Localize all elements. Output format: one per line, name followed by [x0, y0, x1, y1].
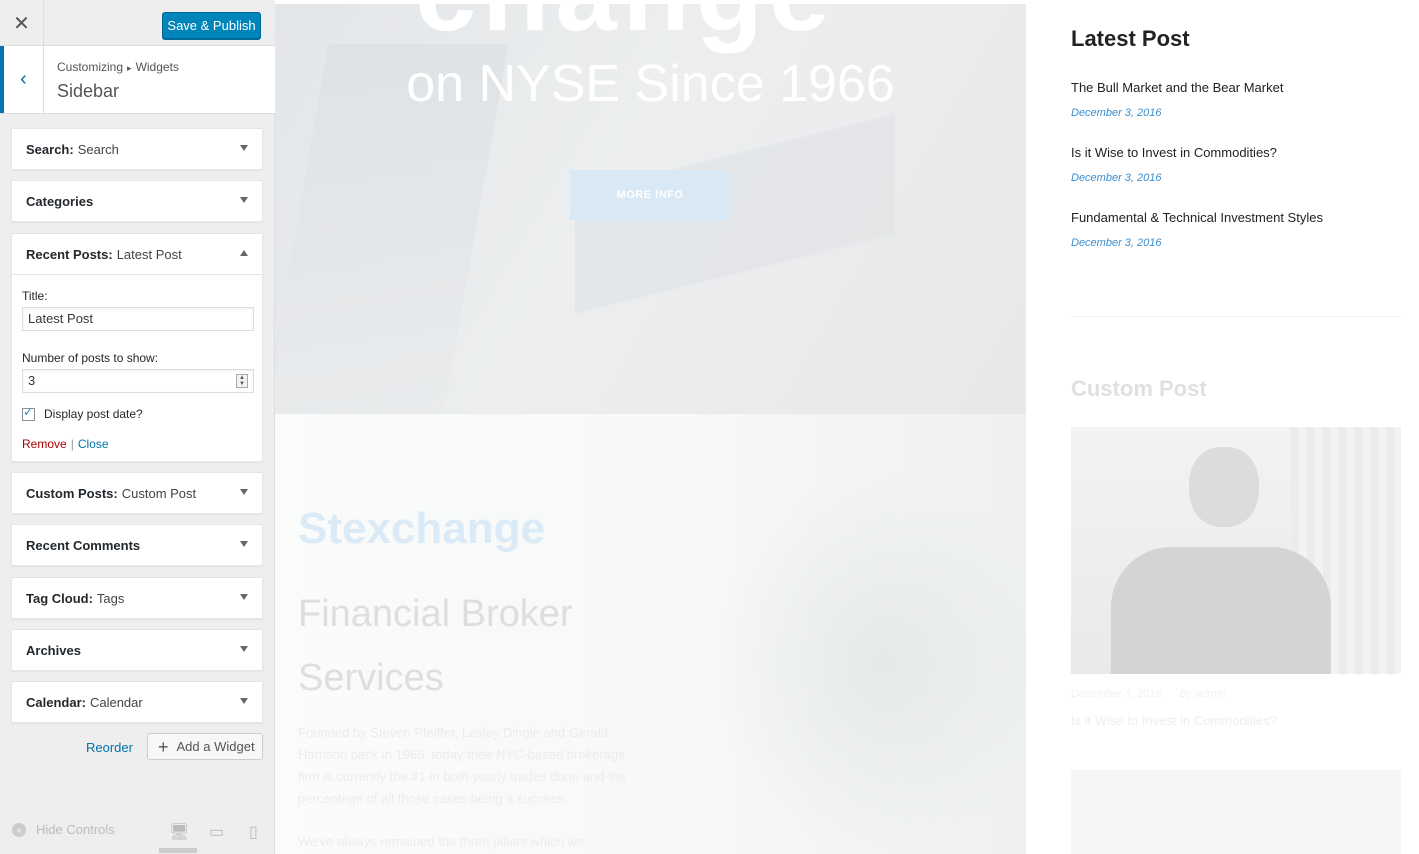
- about-paragraph: Founded by Steven Pfeiffer, Lesley Dingl…: [298, 725, 627, 806]
- post-title-link[interactable]: Is it Wise to Invest in Commodities?: [1071, 145, 1277, 160]
- widget-form: Title: Latest Post Number of posts to sh…: [12, 274, 262, 461]
- number-posts-input[interactable]: 3: [22, 369, 254, 393]
- expand-arrow-icon[interactable]: [240, 698, 248, 704]
- customizer-header: ✕ Save & Publish: [0, 0, 275, 46]
- custom-post-title: Custom Post: [1071, 376, 1207, 401]
- about-section: Stexchange Financial Broker Services Foun…: [275, 414, 1026, 854]
- section-header: ‹ Customizing ▸ Widgets Sidebar: [0, 46, 275, 114]
- plus-icon: +: [158, 736, 169, 757]
- post-date: December 3, 2016: [1071, 172, 1162, 184]
- expand-arrow-icon[interactable]: [240, 197, 248, 203]
- widget-name: Archives: [26, 642, 81, 658]
- about-heading-line-1: Financial Broker: [298, 593, 573, 635]
- back-icon[interactable]: ‹: [0, 46, 44, 113]
- expand-arrow-icon[interactable]: [240, 489, 248, 495]
- close-link[interactable]: Close: [78, 437, 109, 451]
- expand-arrow-icon[interactable]: [240, 541, 248, 547]
- about-heading-line-2: Services: [298, 657, 444, 699]
- breadcrumb-parent: Customizing: [57, 60, 124, 74]
- display-date-label: Display post date?: [44, 407, 143, 421]
- brand-heading: Stexchange: [298, 504, 545, 553]
- collapse-arrow-icon[interactable]: [240, 250, 248, 256]
- custom-post-meta: December 3, 2016 By admin: [1071, 688, 1243, 700]
- customizer-footer: « Hide Controls 🖥 ▭ ▯: [0, 810, 275, 854]
- breadcrumb: Customizing ▸ Widgets: [57, 60, 179, 74]
- image-person-body-shape: [1111, 547, 1331, 674]
- site-preview: change on NYSE Since 1966 MORE INFO Stex…: [275, 0, 1419, 854]
- custom-post-author: By admin: [1179, 688, 1226, 700]
- expand-arrow-icon[interactable]: [240, 646, 248, 652]
- latest-post-item[interactable]: Fundamental & Technical Investment Style…: [1071, 210, 1323, 249]
- widget-search[interactable]: Search: Search: [11, 128, 263, 170]
- latest-post-item[interactable]: Is it Wise to Invest in Commodities? Dec…: [1071, 145, 1277, 184]
- widget-name: Custom Posts:: [26, 485, 118, 501]
- widget-subtitle: Custom Post: [121, 485, 197, 501]
- remove-link[interactable]: Remove: [22, 437, 67, 451]
- widget-name: Recent Comments: [26, 537, 141, 553]
- sidebar-divider: [1071, 316, 1401, 317]
- about-heading: Financial Broker Services: [298, 582, 618, 710]
- expand-arrow-icon[interactable]: [240, 594, 248, 600]
- post-date: December 3, 2016: [1071, 107, 1162, 119]
- widget-custom-posts[interactable]: Custom Posts: Custom Post: [11, 472, 263, 514]
- expand-arrow-icon[interactable]: [240, 145, 248, 151]
- latest-post-title: Latest Post: [1071, 26, 1190, 51]
- breadcrumb-arrow-icon: ▸: [127, 63, 132, 73]
- active-device-indicator: [159, 848, 197, 853]
- number-stepper-icon[interactable]: ▲ ▼: [236, 374, 248, 388]
- add-widget-button[interactable]: + Add a Widget: [147, 733, 263, 760]
- custom-post-date: December 3, 2016: [1071, 688, 1162, 700]
- save-publish-button[interactable]: Save & Publish: [162, 12, 261, 39]
- custom-post-link[interactable]: Is it Wise to Invest in Commodities?: [1071, 713, 1277, 728]
- image-person-head-shape: [1189, 447, 1259, 527]
- reorder-link[interactable]: Reorder: [86, 740, 133, 755]
- widget-archives[interactable]: Archives: [11, 629, 263, 671]
- title-label: Title:: [22, 289, 48, 303]
- post-title-link[interactable]: Fundamental & Technical Investment Style…: [1071, 210, 1323, 225]
- widget-name: Categories: [26, 193, 94, 209]
- mobile-preview-icon[interactable]: ▯: [249, 822, 258, 842]
- more-info-button[interactable]: MORE INFO: [570, 170, 730, 220]
- close-customizer-button[interactable]: ✕: [0, 0, 44, 46]
- breadcrumb-current: Widgets: [135, 60, 179, 74]
- widget-recent-comments[interactable]: Recent Comments: [11, 524, 263, 566]
- customizer-panel: ✕ Save & Publish ‹ Customizing ▸ Widgets S…: [0, 0, 275, 854]
- post-title-link[interactable]: The Bull Market and the Bear Market: [1071, 80, 1283, 95]
- widget-recent-posts[interactable]: Recent Posts: Latest Post Title: Latest P…: [11, 233, 263, 462]
- preview-sidebar: Latest Post The Bull Market and the Bear…: [1071, 0, 1401, 854]
- post-date: December 3, 2016: [1071, 237, 1162, 249]
- hero-heading: change: [415, 4, 836, 56]
- widget-subtitle: Latest Post: [116, 246, 182, 262]
- custom-post-image[interactable]: [1071, 427, 1401, 674]
- widget-name: Tag Cloud:: [26, 590, 93, 606]
- add-widget-label: Add a Widget: [176, 739, 255, 754]
- widget-subtitle: Calendar: [89, 694, 143, 710]
- number-posts-label: Number of posts to show:: [22, 351, 159, 365]
- custom-post-image-2[interactable]: [1071, 770, 1401, 854]
- hero-banner: change on NYSE Since 1966 MORE INFO: [275, 4, 1026, 414]
- widget-tag-cloud[interactable]: Tag Cloud: Tags: [11, 577, 263, 619]
- widget-name: Calendar:: [26, 694, 86, 710]
- widget-calendar[interactable]: Calendar: Calendar: [11, 681, 263, 723]
- widget-subtitle: Tags: [96, 590, 125, 606]
- title-input[interactable]: Latest Post: [22, 307, 254, 331]
- latest-post-item[interactable]: The Bull Market and the Bear Market Dece…: [1071, 80, 1283, 119]
- section-title: Sidebar: [57, 81, 120, 101]
- collapse-icon: «: [12, 822, 26, 837]
- display-date-checkbox[interactable]: [22, 405, 35, 421]
- tablet-preview-icon[interactable]: ▭: [209, 822, 224, 842]
- desktop-preview-icon[interactable]: 🖥: [169, 822, 189, 842]
- hero-subtitle: on NYSE Since 1966: [406, 55, 895, 113]
- about-paragraph-2: We've always remained the three pillars …: [298, 834, 585, 849]
- action-separator: |: [70, 437, 74, 451]
- widget-name: Recent Posts:: [26, 246, 113, 262]
- hide-controls-label: Hide Controls: [36, 822, 115, 837]
- widget-name: Search:: [26, 141, 74, 157]
- widget-categories[interactable]: Categories: [11, 180, 263, 222]
- about-background-image: [715, 474, 1026, 854]
- hide-controls-button[interactable]: « Hide Controls: [12, 822, 115, 837]
- widget-subtitle: Search: [77, 141, 119, 157]
